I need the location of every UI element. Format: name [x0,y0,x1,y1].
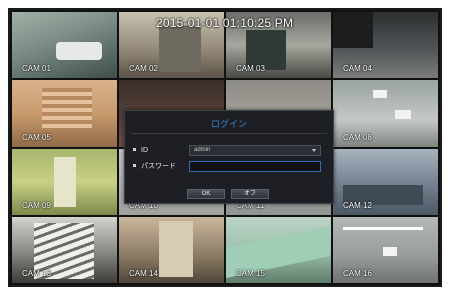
id-row: ID admin [133,145,325,156]
camera-label: CAM 12 [343,200,372,210]
camera-tile-13[interactable]: CAM 13 [12,216,117,283]
dialog-divider [131,133,327,134]
cancel-button[interactable]: オフ [231,189,269,199]
camera-tile-14[interactable]: CAM 14 [119,216,224,283]
camera-tile-12[interactable]: CAM 12 [333,148,438,215]
id-value: admin [194,147,211,153]
bullet-icon [133,164,136,167]
camera-label: CAM 01 [22,64,51,74]
ok-button[interactable]: OK [187,189,225,199]
camera-label: CAM 04 [343,64,372,74]
camera-tile-05[interactable]: CAM 05 [12,80,117,147]
chevron-down-icon [312,149,316,152]
id-select[interactable]: admin [189,145,321,156]
bullet-icon [133,148,136,151]
camera-label: CAM 09 [22,200,51,210]
datetime-overlay: 2015-01-01 01:10:25 PM [156,16,294,30]
id-label: ID [141,147,148,154]
camera-label: CAM 15 [236,269,265,278]
password-label: パスワード [141,163,176,170]
camera-label: CAM 16 [343,269,372,278]
camera-label: CAM 13 [22,269,51,278]
dialog-title: ログイン [210,119,247,129]
camera-label: CAM 03 [236,64,265,74]
camera-label: CAM 05 [22,132,51,142]
camera-label: CAM 14 [129,269,158,278]
password-field[interactable] [189,161,321,172]
camera-tile-16[interactable]: CAM 16 [333,216,438,283]
camera-tile-09[interactable]: CAM 09 [12,148,117,215]
camera-label: CAM 02 [129,64,158,74]
camera-tile-01[interactable]: CAM 01 [12,12,117,79]
camera-tile-04[interactable]: CAM 04 [333,12,438,79]
login-dialog: ログイン ID admin パスワード OK オフ [124,110,334,204]
camera-tile-08[interactable]: CAM 08 [333,80,438,147]
camera-tile-15[interactable]: CAM 15 [226,216,331,283]
password-row: パスワード [133,161,325,172]
camera-label: CAM 08 [343,132,372,142]
